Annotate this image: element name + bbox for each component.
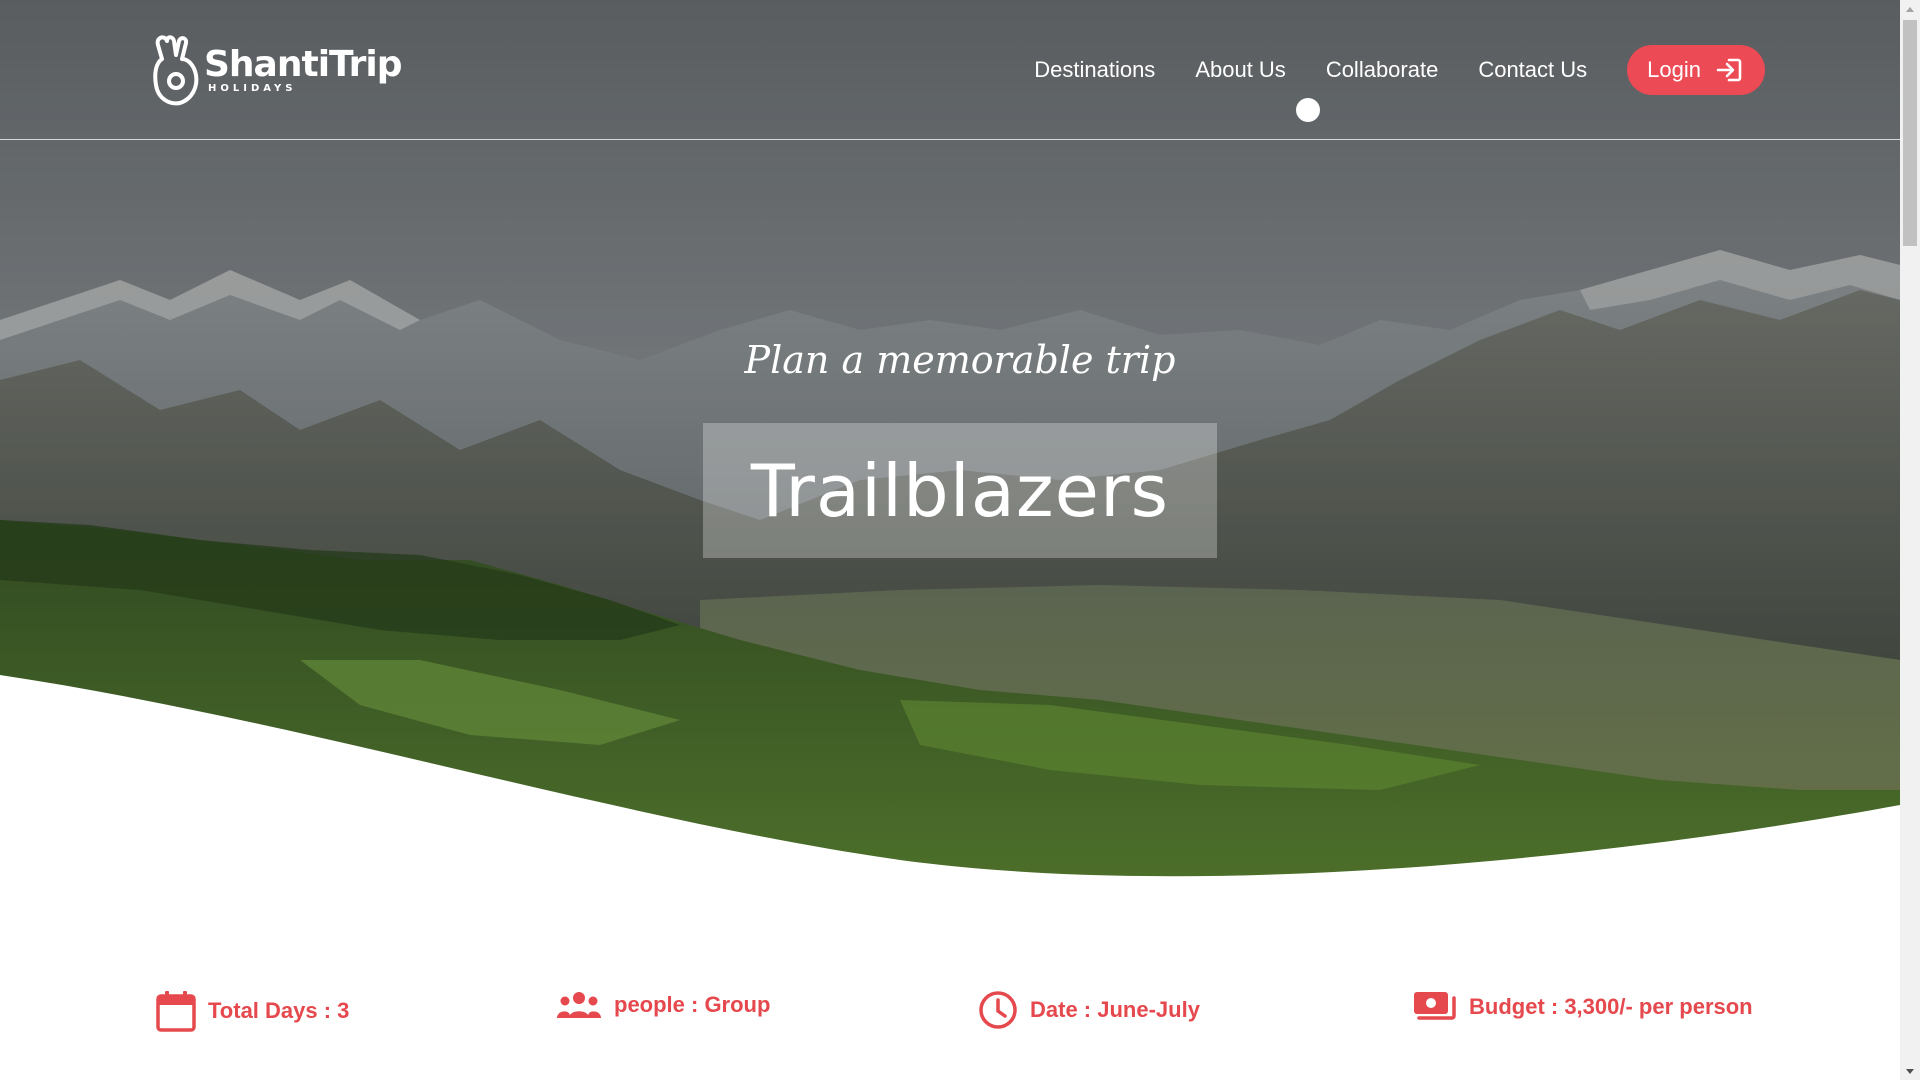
vertical-scrollbar[interactable] — [1900, 0, 1920, 1080]
hand-ok-logo-icon — [153, 35, 199, 106]
clock-icon — [979, 991, 1017, 1029]
login-button-label: Login — [1647, 57, 1701, 82]
scrollbar-thumb[interactable] — [1903, 20, 1917, 246]
scroll-up-icon[interactable] — [1900, 0, 1920, 18]
brand-logo[interactable]: ShantiTrip HOLIDAYS — [152, 32, 402, 108]
budget-text: Budget : 3,300/- per person — [1469, 994, 1753, 1019]
info-total-days: Total Days : 3 — [156, 990, 349, 1032]
login-arrow-icon — [1716, 58, 1742, 82]
hero-title-box: Trailblazers — [703, 423, 1217, 558]
login-button[interactable]: Login — [1627, 45, 1765, 95]
group-icon — [557, 992, 601, 1018]
brand-name: ShantiTrip — [204, 44, 402, 85]
info-date: Date : June-July — [978, 990, 1200, 1030]
nav-contact-us[interactable]: Contact Us — [1478, 44, 1587, 96]
hero-tagline: Plan a memorable trip — [744, 338, 1176, 382]
info-budget: Budget : 3,300/- per person — [1413, 990, 1753, 1024]
hero-title: Trailblazers — [750, 448, 1170, 533]
nav-collaborate[interactable]: Collaborate — [1326, 44, 1439, 96]
nav-destinations[interactable]: Destinations — [1034, 44, 1155, 96]
site-header: ShantiTrip HOLIDAYS Destinations About U… — [0, 0, 1900, 140]
page: ShantiTrip HOLIDAYS Destinations About U… — [0, 0, 1920, 1080]
info-people: people : Group — [556, 990, 770, 1020]
date-text: Date : June-July — [1030, 997, 1200, 1022]
scroll-down-icon[interactable] — [1900, 1062, 1920, 1080]
main-nav: Destinations About Us Collaborate Contac… — [994, 44, 1765, 96]
calendar-icon — [156, 991, 196, 1032]
money-icon — [1414, 992, 1456, 1020]
people-text: people : Group — [614, 992, 771, 1017]
brand-subtitle: HOLIDAYS — [208, 83, 297, 94]
cursor-indicator — [1296, 98, 1320, 122]
nav-about-us[interactable]: About Us — [1195, 44, 1286, 96]
total-days-text: Total Days : 3 — [208, 998, 350, 1023]
